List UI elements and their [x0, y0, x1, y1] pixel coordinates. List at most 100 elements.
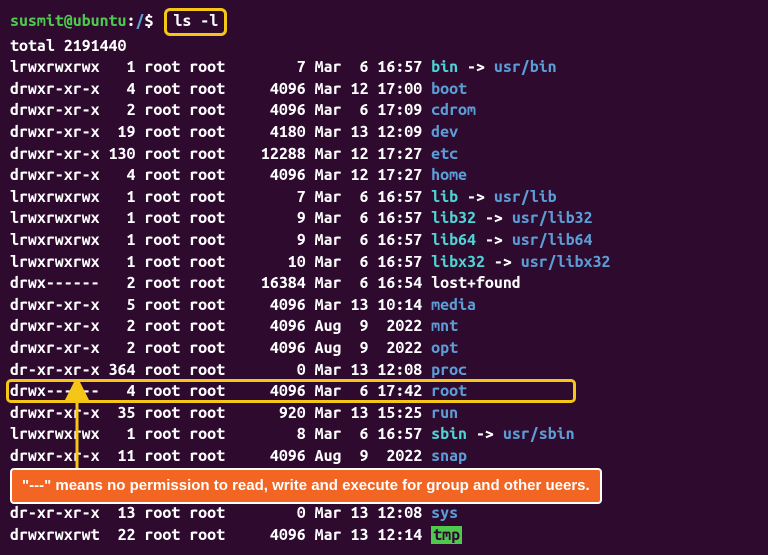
date: Mar 12 17:27 [306, 145, 431, 163]
annotation-text: "---" means no permission to read, write… [22, 477, 590, 494]
size: 12288 [225, 145, 306, 163]
link-count: 4 [100, 382, 136, 400]
group: root [180, 317, 225, 335]
date: Aug 9 2022 [306, 317, 431, 335]
owner: root [135, 253, 180, 271]
owner: root [135, 447, 180, 465]
file-name: bin [431, 58, 458, 76]
link-count: 364 [100, 361, 136, 379]
table-row: drwxr-xr-x 35 root root 920 Mar 13 15:25… [10, 403, 758, 425]
date: Mar 13 12:14 [306, 526, 431, 544]
owner: root [135, 526, 180, 544]
size: 4096 [225, 296, 306, 314]
table-row: drwxr-xr-x 130 root root 12288 Mar 12 17… [10, 144, 758, 166]
date: Aug 9 2022 [306, 339, 431, 357]
table-row: drwxr-xr-x 2 root root 4096 Aug 9 2022 m… [10, 316, 758, 338]
permissions: drwxrwxrwt [10, 526, 100, 544]
link-count: 130 [100, 145, 136, 163]
file-name: tmp [431, 526, 462, 544]
group: root [180, 361, 225, 379]
owner: root [135, 317, 180, 335]
size: 4096 [225, 339, 306, 357]
size: 16384 [225, 274, 306, 292]
table-row: drwxr-xr-x 4 root root 4096 Mar 12 17:27… [10, 165, 758, 187]
size: 4180 [225, 123, 306, 141]
owner: root [135, 296, 180, 314]
owner: root [135, 145, 180, 163]
permissions: drwxr-xr-x [10, 339, 100, 357]
link-count: 2 [100, 274, 136, 292]
date: Mar 6 16:57 [306, 209, 431, 227]
permissions: lrwxrwxrwx [10, 58, 100, 76]
owner: root [135, 101, 180, 119]
table-row: lrwxrwxrwx 1 root root 7 Mar 6 16:57 bin… [10, 57, 758, 79]
group: root [180, 209, 225, 227]
owner: root [135, 231, 180, 249]
file-name: mnt [431, 317, 458, 335]
date: Mar 6 17:42 [306, 382, 431, 400]
table-row: drwxr-xr-x 2 root root 4096 Aug 9 2022 o… [10, 338, 758, 360]
link-count: 1 [100, 231, 136, 249]
link-count: 2 [100, 317, 136, 335]
link-count: 11 [100, 447, 136, 465]
symlink-arrow: -> [485, 253, 521, 271]
group: root [180, 526, 225, 544]
annotation-banner: "---" means no permission to read, write… [10, 468, 602, 504]
group: root [180, 188, 225, 206]
file-name: proc [431, 361, 467, 379]
link-count: 4 [100, 166, 136, 184]
link-count: 1 [100, 425, 136, 443]
table-row: drwxr-xr-x 2 root root 4096 Mar 6 17:09 … [10, 100, 758, 122]
table-row: drwxr-xr-x 4 root root 4096 Mar 12 17:00… [10, 79, 758, 101]
date: Mar 12 17:27 [306, 166, 431, 184]
command-highlight-box: ls -l [164, 8, 227, 36]
table-row: lrwxrwxrwx 1 root root 9 Mar 6 16:57 lib… [10, 208, 758, 230]
table-row: dr-xr-xr-x 13 root root 0 Mar 13 12:08 s… [10, 503, 758, 525]
date: Mar 6 17:09 [306, 101, 431, 119]
symlink-target: usr/lib32 [512, 209, 593, 227]
date: Mar 6 16:57 [306, 58, 431, 76]
table-row: lrwxrwxrwx 1 root root 9 Mar 6 16:57 lib… [10, 230, 758, 252]
symlink-target: usr/lib [494, 188, 557, 206]
size: 0 [225, 361, 306, 379]
link-count: 19 [100, 123, 136, 141]
permissions: drwxr-xr-x [10, 296, 100, 314]
table-row: drwxrwxrwt 22 root root 4096 Mar 13 12:1… [10, 525, 758, 547]
group: root [180, 447, 225, 465]
date: Mar 13 12:09 [306, 123, 431, 141]
size: 4096 [225, 447, 306, 465]
file-name: home [431, 166, 467, 184]
size: 4096 [225, 80, 306, 98]
owner: root [135, 339, 180, 357]
permissions: drwxr-xr-x [10, 447, 100, 465]
symlink-arrow: -> [458, 58, 494, 76]
table-row: lrwxrwxrwx 1 root root 7 Mar 6 16:57 lib… [10, 187, 758, 209]
table-row: drwx------ 2 root root 16384 Mar 6 16:54… [10, 273, 758, 295]
owner: root [135, 274, 180, 292]
file-name: cdrom [431, 101, 476, 119]
prompt-line: susmit@ubuntu:/$ ls -l [10, 8, 758, 36]
group: root [180, 101, 225, 119]
size: 4096 [225, 317, 306, 335]
group: root [180, 253, 225, 271]
link-count: 1 [100, 58, 136, 76]
symlink-arrow: -> [476, 209, 512, 227]
size: 4096 [225, 101, 306, 119]
permissions: drwxr-xr-x [10, 317, 100, 335]
file-name: run [431, 404, 458, 422]
group: root [180, 296, 225, 314]
size: 4096 [225, 166, 306, 184]
permissions: lrwxrwxrwx [10, 425, 100, 443]
group: root [180, 166, 225, 184]
link-count: 1 [100, 253, 136, 271]
group: root [180, 231, 225, 249]
owner: root [135, 123, 180, 141]
permissions: lrwxrwxrwx [10, 188, 100, 206]
symlink-target: usr/lib64 [512, 231, 593, 249]
group: root [180, 58, 225, 76]
date: Mar 12 17:00 [306, 80, 431, 98]
prompt-dollar: $ [144, 12, 153, 30]
group: root [180, 382, 225, 400]
group: root [180, 274, 225, 292]
owner: root [135, 58, 180, 76]
